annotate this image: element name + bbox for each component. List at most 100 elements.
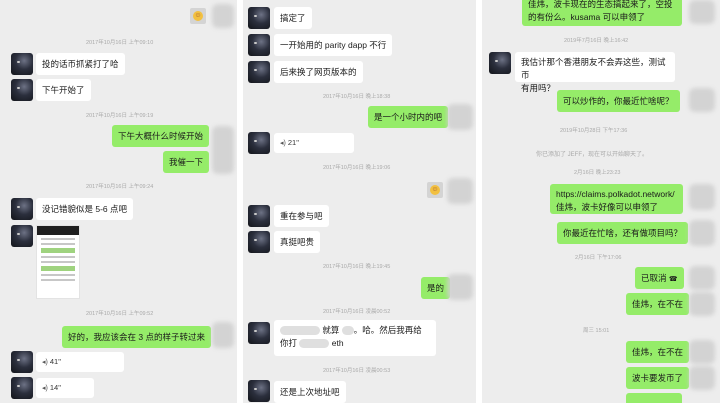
message-bubble[interactable]: 可以炒作的，你最近忙啥呢？ <box>557 90 680 112</box>
avatar[interactable] <box>11 377 33 399</box>
avatar[interactable] <box>248 34 270 56</box>
avatar[interactable] <box>11 225 33 247</box>
message-bubble[interactable]: 是的 <box>421 277 451 299</box>
message-bubble[interactable]: 后来换了网页版本的 <box>274 61 363 83</box>
message-bubble[interactable]: 还是上次地址吧 <box>274 381 346 403</box>
redacted-avatar <box>689 220 715 246</box>
redacted-avatar <box>689 0 715 24</box>
chat-panel-2: 搞定了 一开始用的 parity dapp 不行 后来换了网页版本的 2017年… <box>243 0 476 403</box>
message-bubble[interactable]: 就算 。哈。然后我再给 你打 eth <box>274 320 436 356</box>
message-text: eth <box>331 338 344 348</box>
redacted-avatar <box>447 104 473 130</box>
message-bubble[interactable]: 已取消 ☎ <box>635 267 684 289</box>
message-bubble[interactable]: 佳炜，在不在 <box>626 293 690 315</box>
image-message[interactable] <box>36 225 80 299</box>
voice-call-icon: ☎ <box>668 276 678 283</box>
message-bubble[interactable]: 是一个小时内的吧 <box>368 106 449 128</box>
redacted-avatar <box>689 88 715 112</box>
avatar[interactable] <box>248 61 270 83</box>
voice-duration: 21" <box>287 138 299 147</box>
message-bubble[interactable]: 我催一下 <box>163 151 210 173</box>
timestamp: 周三 15:01 <box>583 328 610 334</box>
timestamp: 2017年10月16日 晚上19:06 <box>323 165 391 171</box>
message-text: 我估计那个香港朋友不会弄这些，测试币 <box>521 57 666 80</box>
redacted-avatar <box>689 292 715 316</box>
voice-icon: ◂) <box>280 140 286 147</box>
timestamp: 2月16日 晚上23:23 <box>574 170 621 176</box>
timestamp: 2月16日 下午17:06 <box>575 255 622 261</box>
redacted-text <box>341 326 354 336</box>
message-bubble[interactable]: https://claims.polkadot.network/ 佳炜，波卡好像… <box>550 184 683 214</box>
message-text: 就算 <box>322 325 340 335</box>
voice-message[interactable]: ◂) 41" <box>36 352 124 372</box>
redacted-text <box>280 326 320 336</box>
chat-panel-1: ☺ 2017年10月16日 上午09:10 投的话币抓紧打了哈 下午开始了 20… <box>0 0 237 403</box>
message-bubble[interactable]: 重在参与吧 <box>274 205 329 227</box>
redacted-avatar <box>447 274 473 300</box>
redacted-avatar <box>689 366 715 390</box>
message-text: 的有份么。kusama 可以申领了 <box>528 12 646 22</box>
avatar[interactable] <box>248 205 270 227</box>
voice-message[interactable]: ◂) 21" <box>274 133 354 153</box>
redacted-avatar <box>689 266 715 290</box>
timestamp: 2019年7月16日 晚上16:42 <box>564 38 629 44</box>
message-link[interactable]: https://claims.polkadot.network/ <box>556 189 675 199</box>
message-bubble[interactable]: 没记错貌似是 5-6 点吧 <box>36 198 134 220</box>
avatar[interactable] <box>11 53 33 75</box>
timestamp: 2017年10月16日 凌晨00:53 <box>323 368 391 374</box>
redacted-avatar <box>212 322 234 348</box>
redacted-text <box>299 339 330 349</box>
message-bubble[interactable]: 搞定了 <box>274 7 312 29</box>
message-bubble[interactable]: 你最近在忙啥，还有做项目吗？ <box>557 222 689 244</box>
timestamp: 2017年10月16日 上午09:52 <box>86 311 154 317</box>
chat-panel-3: 佳炜，波卡现在的生态搞起来了，空投 的有份么。kusama 可以申领了 2019… <box>482 0 720 403</box>
timestamp: 2017年10月16日 上午09:19 <box>86 113 154 119</box>
redacted-avatar <box>689 340 715 364</box>
voice-duration: 14" <box>49 383 61 392</box>
avatar[interactable] <box>11 79 33 101</box>
image-header <box>37 226 79 235</box>
avatar[interactable] <box>248 132 270 154</box>
message-bubble[interactable]: 波卡要发币了 <box>626 367 690 389</box>
message-bubble[interactable]: 一开始用的 parity dapp 不行 <box>274 34 393 56</box>
avatar[interactable] <box>248 7 270 29</box>
message-bubble-partial[interactable] <box>626 393 682 403</box>
voice-duration: 41" <box>49 357 61 366</box>
smiley-icon: ☺ <box>193 11 203 21</box>
message-bubble[interactable]: 我估计那个香港朋友不会弄这些，测试币 有用吗？ <box>515 52 675 93</box>
avatar[interactable] <box>248 322 270 344</box>
timestamp: 2019年10月28日 下午17:36 <box>560 128 628 134</box>
message-bubble[interactable]: 好的，我应该会在 3 点的样子转过来 <box>62 326 211 348</box>
voice-message[interactable]: ◂) 14" <box>36 378 94 398</box>
message-text: 。哈。然后我再给 <box>353 325 422 335</box>
sticker-message[interactable]: ☺ <box>190 8 206 24</box>
message-text: 佳炜，波卡好像可以申领了 <box>556 202 659 212</box>
timestamp: 2017年10月16日 晚上18:38 <box>323 94 391 100</box>
redacted-avatar <box>447 178 473 204</box>
timestamp: 2017年10月16日 凌晨00:52 <box>323 309 391 315</box>
voice-icon: ◂) <box>42 359 48 366</box>
sticker-message[interactable]: ☺ <box>427 182 443 198</box>
message-bubble[interactable]: 真挺吧贵 <box>274 231 321 253</box>
message-bubble[interactable]: 下午开始了 <box>36 79 91 101</box>
message-text: 有用吗？ <box>521 83 556 93</box>
timestamp: 2017年10月16日 晚上19:45 <box>323 264 391 270</box>
message-bubble[interactable]: 佳炜，在不在 <box>626 341 690 363</box>
message-bubble[interactable]: 下午大概什么时候开始 <box>112 125 210 147</box>
redacted-avatar <box>212 126 234 174</box>
avatar[interactable] <box>11 198 33 220</box>
redacted-avatar <box>689 184 715 210</box>
message-bubble[interactable]: 佳炜，波卡现在的生态搞起来了，空投 的有份么。kusama 可以申领了 <box>522 0 682 26</box>
avatar[interactable] <box>11 351 33 373</box>
avatar[interactable] <box>489 52 511 74</box>
voice-icon: ◂) <box>42 385 48 392</box>
timestamp: 2017年10月16日 上午09:10 <box>86 40 154 46</box>
redacted-avatar <box>212 4 234 28</box>
message-text: 已取消 <box>641 273 667 283</box>
avatar[interactable] <box>248 231 270 253</box>
avatar[interactable] <box>248 380 270 402</box>
message-bubble[interactable]: 投的话币抓紧打了哈 <box>36 53 125 75</box>
system-message: 你已添加了 JEFF，现在可以开始聊天了。 <box>536 152 648 158</box>
message-text: 你打 <box>280 338 298 348</box>
message-text: 佳炜，波卡现在的生态搞起来了，空投 <box>528 0 673 9</box>
